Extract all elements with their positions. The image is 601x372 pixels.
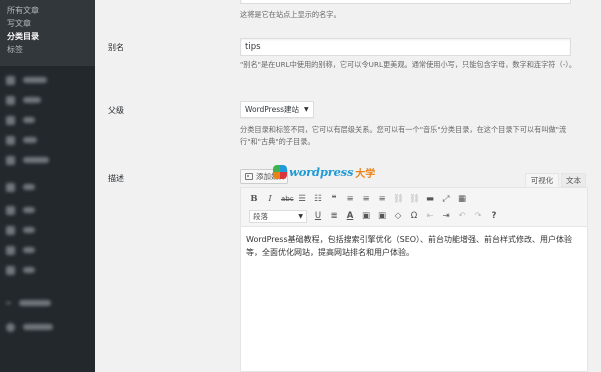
description-label: 描述 [108, 174, 124, 183]
redo-icon[interactable]: ↷ [473, 208, 483, 224]
watermark: wordpress 大学 [273, 163, 375, 181]
align-right-icon[interactable]: ≡ [377, 191, 387, 207]
read-more-icon[interactable]: ▬ [425, 191, 435, 207]
submenu-item-categories[interactable]: 分类目录 [0, 30, 95, 43]
menu-icon [6, 95, 15, 105]
menu-item[interactable] [0, 90, 95, 110]
slug-label: 别名 [108, 43, 124, 52]
menu-item[interactable] [0, 130, 95, 150]
special-character-icon[interactable]: Ω [409, 208, 419, 224]
admin-sidebar: 所有文章 写文章 分类目录 标签 [0, 0, 95, 372]
menu-icon [6, 225, 15, 235]
menu-label [23, 324, 53, 330]
menu-label [23, 207, 35, 213]
menu-label [23, 227, 35, 233]
menu-icon [6, 205, 15, 215]
bullet-list-icon[interactable]: ☰ [297, 191, 307, 207]
name-description: 这将是它在站点上显示的名字。 [240, 10, 341, 19]
remove-link-icon[interactable]: ⛓ [409, 191, 420, 207]
submenu-item-new-post[interactable]: 写文章 [0, 17, 95, 30]
menu-label [23, 137, 37, 143]
menu-item[interactable] [0, 150, 95, 170]
menu-label [23, 97, 41, 103]
fullscreen-icon[interactable]: ⤢ [441, 191, 451, 207]
menu-label [23, 184, 35, 190]
menu-item[interactable] [0, 240, 95, 260]
undo-icon[interactable]: ↶ [457, 208, 467, 224]
format-select[interactable]: 段落 ▼ [249, 209, 307, 223]
menu-icon [6, 322, 15, 332]
toolbar-toggle-icon[interactable]: ▦ [457, 191, 467, 207]
name-field[interactable] [240, 0, 571, 4]
underline-icon[interactable]: U [313, 208, 323, 224]
justify-icon[interactable]: ≣ [329, 208, 339, 224]
menu-label [23, 157, 49, 163]
italic-icon[interactable]: I [265, 191, 275, 207]
menu-icon [6, 155, 15, 165]
posts-submenu: 所有文章 写文章 分类目录 标签 [0, 0, 95, 66]
chevron-down-icon: ▼ [298, 212, 303, 220]
menu-item[interactable] [0, 200, 95, 220]
menu-label [23, 77, 47, 83]
paste-text-icon[interactable]: ▣ [361, 208, 371, 224]
help-icon[interactable]: ? [489, 208, 499, 224]
menu-icon [6, 182, 15, 192]
menu-item[interactable] [0, 316, 95, 338]
align-center-icon[interactable]: ≡ [361, 191, 371, 207]
menu-item[interactable] [0, 70, 95, 90]
menu-icon [6, 115, 15, 125]
watermark-logo-icon [273, 165, 287, 179]
chevron-down-icon: ▼ [304, 106, 309, 113]
submenu-item-tags[interactable]: 标签 [0, 43, 95, 56]
clear-formatting-icon[interactable]: ◇ [393, 208, 403, 224]
format-select-value: 段落 [253, 211, 268, 221]
menu-label [23, 267, 35, 273]
editor-toolbar: B I abc ☰ ☷ ❝ ≡ ≡ ≡ ⛓ ⛓ ▬ ⤢ ▦ 段落 ▼ U ≣ A… [241, 188, 587, 227]
strikethrough-icon[interactable]: abc [281, 191, 294, 207]
menu-item[interactable] [0, 110, 95, 130]
menu-label [23, 247, 35, 253]
watermark-text: wordpress [289, 165, 354, 179]
blockquote-icon[interactable]: ❝ [329, 191, 339, 207]
align-left-icon[interactable]: ≡ [345, 191, 355, 207]
indent-icon[interactable]: ⇥ [441, 208, 451, 224]
menu-icon [6, 302, 11, 304]
insert-link-icon[interactable]: ⛓ [393, 191, 404, 207]
numbered-list-icon[interactable]: ☷ [313, 191, 323, 207]
menu-label [19, 300, 51, 306]
menu-item[interactable] [0, 290, 95, 316]
admin-menu [0, 70, 95, 338]
tab-visual[interactable]: 可视化 [525, 173, 559, 187]
paste-word-icon[interactable]: ▣ [377, 208, 387, 224]
outdent-icon[interactable]: ⇤ [425, 208, 435, 224]
bold-icon[interactable]: B [249, 191, 259, 207]
menu-icon [6, 245, 15, 255]
parent-select-value: WordPress建站 [245, 105, 300, 114]
menu-item[interactable] [0, 174, 95, 200]
menu-icon [6, 265, 15, 275]
edit-category-form: 这将是它在站点上显示的名字。 别名 tips "别名"是在URL中使用的别称，它… [95, 0, 601, 372]
text-color-icon[interactable]: A [345, 208, 355, 224]
menu-item[interactable] [0, 220, 95, 240]
media-icon [245, 173, 253, 180]
editor-content[interactable]: WordPress基础教程，包括搜索引擎优化（SEO）、前台功能增强、前台样式修… [241, 227, 587, 265]
slug-input[interactable]: tips [240, 38, 571, 56]
tab-text[interactable]: 文本 [561, 173, 586, 187]
parent-select[interactable]: WordPress建站 ▼ [240, 101, 314, 118]
menu-icon [6, 135, 15, 145]
parent-description: 分类目录和标签不同，它可以有层级关系。您可以有一个"音乐"分类目录，在这个目录下… [240, 125, 567, 146]
submenu-item-all-posts[interactable]: 所有文章 [0, 4, 95, 17]
menu-item[interactable] [0, 260, 95, 280]
description-editor: B I abc ☰ ☷ ❝ ≡ ≡ ≡ ⛓ ⛓ ▬ ⤢ ▦ 段落 ▼ U ≣ A… [240, 187, 588, 372]
slug-description: "别名"是在URL中使用的别称，它可以令URL更美观。通常使用小写，只能包含字母… [240, 60, 577, 69]
watermark-suffix: 大学 [355, 168, 376, 180]
parent-label: 父级 [108, 106, 124, 115]
menu-icon [6, 75, 15, 85]
menu-label [23, 117, 35, 123]
